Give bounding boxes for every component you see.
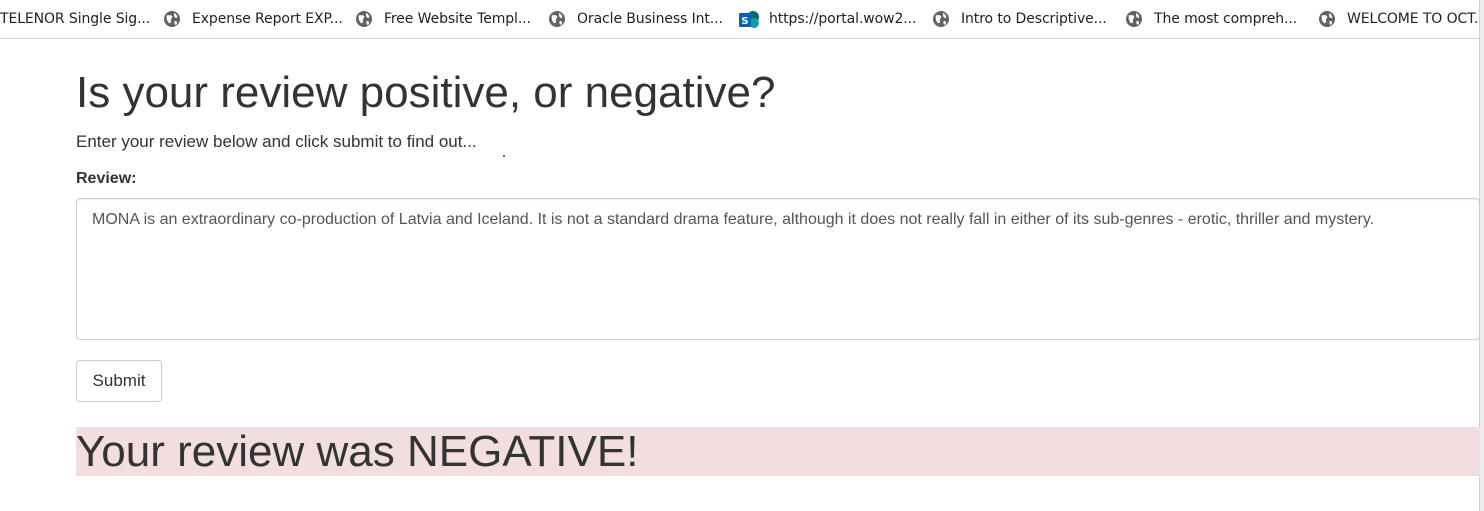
page-title: Is your review positive, or negative? — [76, 68, 776, 117]
review-label: Review: — [76, 170, 137, 187]
instruction-text: Enter your review below and click submit… — [76, 132, 477, 151]
bookmark-portal-wow2[interactable]: S https://portal.wow2... — [738, 0, 916, 38]
bookmarks-bar: TELENOR Single Sig... Expense Report EXP… — [0, 0, 1480, 39]
bookmark-expense-report[interactable]: Expense Report EXP... — [163, 0, 343, 38]
submit-button[interactable]: Submit — [76, 360, 162, 402]
bookmark-telenor[interactable]: TELENOR Single Sig... — [0, 0, 150, 38]
bookmark-label: TELENOR Single Sig... — [0, 11, 151, 27]
globe-icon — [548, 10, 566, 28]
svg-text:S: S — [741, 16, 748, 27]
globe-icon — [1318, 10, 1336, 28]
bookmark-label: Oracle Business Int... — [577, 11, 723, 27]
bookmark-the-most-comprehensive[interactable]: The most compreh... — [1125, 0, 1297, 38]
bookmark-free-website-templates[interactable]: Free Website Templ... — [355, 0, 531, 38]
bookmark-label: Expense Report EXP... — [192, 11, 343, 27]
review-textarea[interactable]: MONA is an extraordinary co-production o… — [76, 198, 1480, 340]
bookmark-label: WELCOME TO OCT... — [1347, 11, 1480, 27]
sharepoint-icon: S — [738, 10, 760, 28]
bookmark-label: https://portal.wow2... — [769, 11, 917, 27]
bookmark-label: Intro to Descriptive... — [961, 11, 1107, 27]
bookmark-label: Free Website Templ... — [384, 11, 531, 27]
globe-icon — [932, 10, 950, 28]
cursor-dot — [503, 155, 505, 157]
globe-icon — [1125, 10, 1143, 28]
result-alert: Your review was NEGATIVE! — [76, 427, 1480, 476]
bookmark-intro-to-descriptive[interactable]: Intro to Descriptive... — [932, 0, 1107, 38]
bookmark-welcome-to-oct[interactable]: WELCOME TO OCT... — [1318, 0, 1480, 38]
bookmark-label: The most compreh... — [1154, 11, 1298, 27]
globe-icon — [163, 10, 181, 28]
globe-icon — [355, 10, 373, 28]
bookmark-oracle-business-intelligence[interactable]: Oracle Business Int... — [548, 0, 723, 38]
